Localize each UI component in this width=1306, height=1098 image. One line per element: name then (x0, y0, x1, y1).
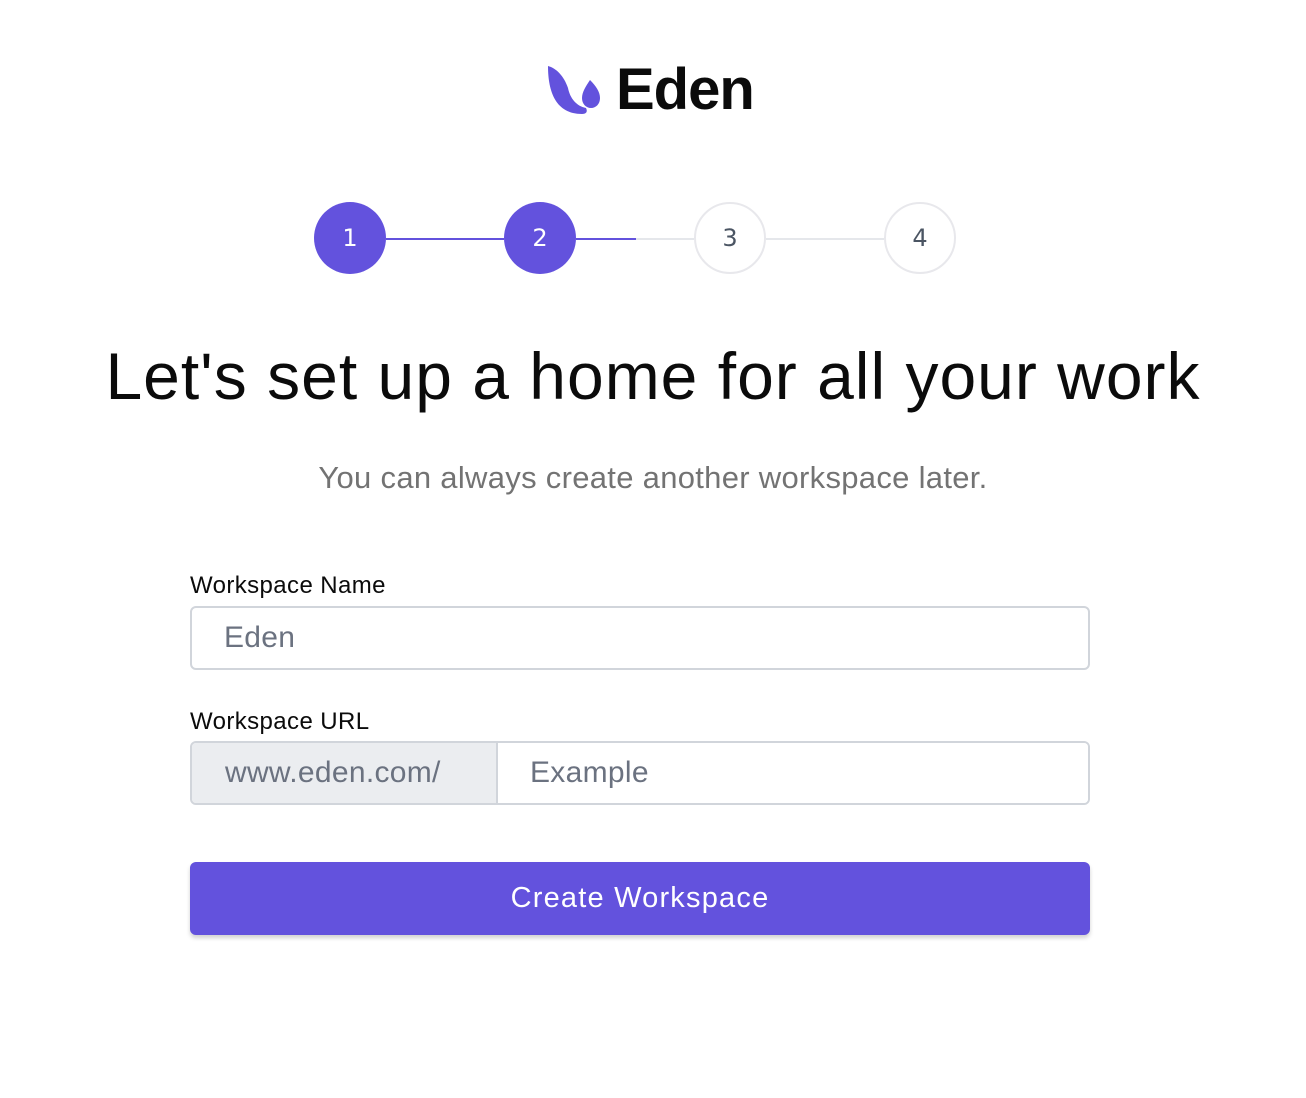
brand-name: Eden (616, 57, 755, 122)
step-connector-3-4 (766, 238, 884, 240)
progress-stepper: 1 2 3 4 (314, 202, 958, 276)
page-subtitle: You can always create another workspace … (318, 460, 988, 495)
workspace-url-label: Workspace URL (190, 708, 370, 735)
create-workspace-button[interactable]: Create Workspace (190, 862, 1090, 935)
step-1: 1 (314, 202, 386, 274)
step-4: 4 (884, 202, 956, 274)
step-3: 3 (694, 202, 766, 274)
brand-logo: Eden (546, 57, 755, 122)
url-prefix: www.eden.com/ (192, 743, 498, 803)
leaf-drop-logo-icon (548, 66, 600, 114)
step-2: 2 (504, 202, 576, 274)
workspace-url-field: www.eden.com/ (190, 741, 1090, 805)
workspace-name-input[interactable] (190, 606, 1090, 670)
workspace-url-input[interactable] (498, 743, 1088, 803)
step-connector-2-3-remaining (636, 238, 694, 240)
page-title: Let's set up a home for all your work (105, 339, 1201, 413)
step-connector-2-3-progress (576, 238, 636, 240)
workspace-name-label: Workspace Name (190, 572, 386, 599)
step-connector-1-2 (386, 238, 504, 240)
